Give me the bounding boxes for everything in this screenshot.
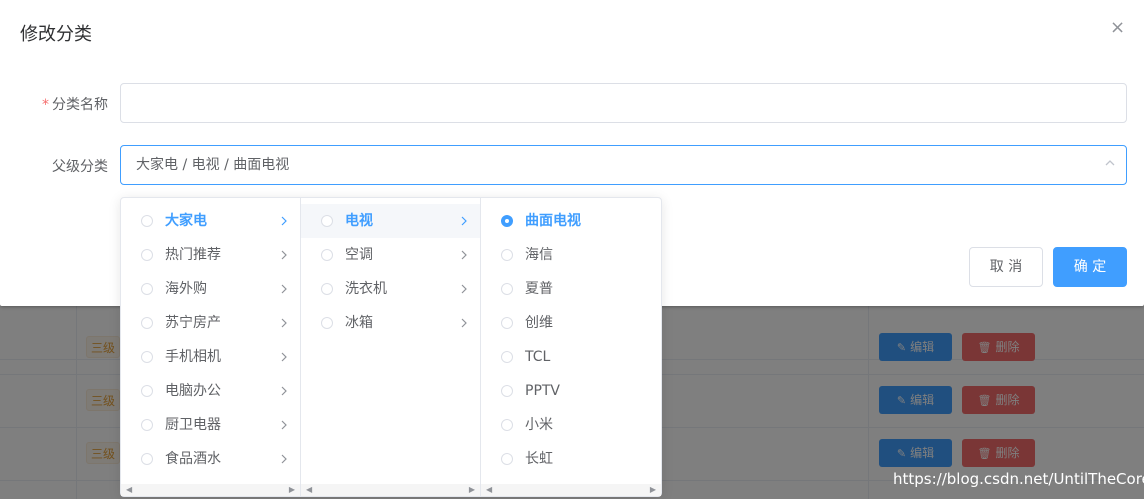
- required-mark: *: [42, 97, 49, 113]
- cascader-node[interactable]: 大家电: [121, 204, 300, 238]
- parent-category-value: 大家电 / 电视 / 曲面电视: [136, 157, 290, 173]
- radio-icon[interactable]: [501, 215, 513, 227]
- cascader-node[interactable]: 苏宁房产: [121, 306, 300, 340]
- category-name-label: * 分类名称: [42, 97, 108, 113]
- cascader-node[interactable]: 厨卫电器: [121, 408, 300, 442]
- cascader-node[interactable]: 冰箱: [301, 306, 480, 340]
- radio-icon[interactable]: [321, 215, 333, 227]
- cascader-node-label: 冰箱: [345, 315, 373, 331]
- cascader-node-label: 海信: [525, 247, 553, 263]
- chevron-right-icon: [281, 250, 287, 260]
- cascader-panel: 大家电 热门推荐 海外购 苏宁房产 手机相机 电脑办公 厨卫电器 食品酒水 ◀ ▶ 电视 空调 洗衣…: [120, 197, 662, 497]
- chevron-right-icon: [461, 216, 467, 226]
- cascader-node-label: 厨卫电器: [165, 417, 221, 433]
- cascader-node-label: 空调: [345, 247, 373, 263]
- cascader-node-label: TCL: [525, 349, 551, 365]
- cascader-node-label: 热门推荐: [165, 247, 221, 263]
- chevron-right-icon: [281, 386, 287, 396]
- cascader-node[interactable]: 曲面电视: [481, 204, 661, 238]
- chevron-right-icon: [461, 250, 467, 260]
- radio-icon[interactable]: [501, 249, 513, 261]
- cascader-menu-level2: 电视 空调 洗衣机 冰箱 ◀ ▶: [301, 198, 481, 496]
- cascader-node[interactable]: 夏普: [481, 272, 661, 306]
- chevron-right-icon: [281, 318, 287, 328]
- cascader-node-label: 海外购: [165, 281, 207, 297]
- radio-icon[interactable]: [141, 453, 153, 465]
- radio-icon[interactable]: [501, 317, 513, 329]
- scroll-left-icon: ◀: [486, 485, 493, 494]
- cascader-node-label: 夏普: [525, 281, 553, 297]
- radio-icon[interactable]: [141, 249, 153, 261]
- chevron-up-icon: [1105, 160, 1115, 166]
- cascader-node[interactable]: 食品酒水: [121, 442, 300, 476]
- scroll-left-icon: ◀: [126, 485, 133, 494]
- radio-icon[interactable]: [321, 249, 333, 261]
- scroll-right-icon: ▶: [468, 485, 475, 494]
- radio-icon[interactable]: [141, 215, 153, 227]
- cascader-node[interactable]: 空调: [301, 238, 480, 272]
- cascader-node-label: 小米: [525, 417, 553, 433]
- scrollbar[interactable]: ◀ ▶: [121, 484, 300, 496]
- cascader-node[interactable]: 手机相机: [121, 340, 300, 374]
- radio-icon[interactable]: [501, 419, 513, 431]
- cascader-menu-level3: 曲面电视 海信 夏普 创维 TCL PPTV 小米 长虹 ◀ ▶: [481, 198, 661, 496]
- radio-icon[interactable]: [501, 453, 513, 465]
- cascader-node[interactable]: 热门推荐: [121, 238, 300, 272]
- chevron-right-icon: [281, 352, 287, 362]
- close-icon[interactable]: ×: [1110, 17, 1125, 38]
- cascader-node[interactable]: 长虹: [481, 442, 661, 476]
- radio-icon[interactable]: [141, 419, 153, 431]
- scroll-right-icon: ▶: [649, 485, 656, 494]
- cascader-node-label: 长虹: [525, 451, 553, 467]
- cascader-node-label: 大家电: [165, 213, 207, 229]
- cascader-node[interactable]: 电脑办公: [121, 374, 300, 408]
- cascader-node-label: 洗衣机: [345, 281, 387, 297]
- watermark: https://blog.csdn.net/UntilTheCore: [893, 470, 1144, 488]
- cascader-node-label: 手机相机: [165, 349, 221, 365]
- cascader-node[interactable]: 电视: [301, 204, 480, 238]
- chevron-right-icon: [461, 318, 467, 328]
- cascader-node-label: 电视: [345, 213, 373, 229]
- radio-icon[interactable]: [321, 283, 333, 295]
- cascader-node-label: 创维: [525, 315, 553, 331]
- chevron-right-icon: [281, 420, 287, 430]
- cascader-node-label: PPTV: [525, 383, 561, 399]
- confirm-button[interactable]: 确 定: [1053, 247, 1127, 287]
- dialog-title: 修改分类: [20, 24, 92, 45]
- scrollbar[interactable]: ◀ ▶: [301, 484, 480, 496]
- scroll-left-icon: ◀: [306, 485, 313, 494]
- radio-icon[interactable]: [141, 283, 153, 295]
- parent-category-cascader[interactable]: 大家电 / 电视 / 曲面电视: [120, 145, 1127, 185]
- cascader-node-label: 食品酒水: [165, 451, 221, 467]
- radio-icon[interactable]: [141, 385, 153, 397]
- radio-icon[interactable]: [141, 351, 153, 363]
- parent-category-label: 父级分类: [52, 159, 108, 175]
- chevron-right-icon: [281, 454, 287, 464]
- cascader-node-label: 电脑办公: [165, 383, 221, 399]
- cascader-node[interactable]: TCL: [481, 340, 661, 374]
- cascader-node[interactable]: 洗衣机: [301, 272, 480, 306]
- chevron-right-icon: [281, 216, 287, 226]
- scroll-right-icon: ▶: [288, 485, 295, 494]
- radio-icon[interactable]: [501, 385, 513, 397]
- chevron-right-icon: [461, 284, 467, 294]
- scrollbar[interactable]: ◀ ▶: [481, 484, 661, 496]
- cascader-node-label: 苏宁房产: [165, 315, 221, 331]
- cascader-node[interactable]: PPTV: [481, 374, 661, 408]
- cascader-node[interactable]: 海外购: [121, 272, 300, 306]
- radio-icon[interactable]: [501, 351, 513, 363]
- cascader-node-label: 曲面电视: [525, 213, 581, 229]
- radio-icon[interactable]: [141, 317, 153, 329]
- cancel-button[interactable]: 取 消: [969, 247, 1043, 287]
- chevron-right-icon: [281, 284, 287, 294]
- cascader-node[interactable]: 海信: [481, 238, 661, 272]
- cascader-node[interactable]: 创维: [481, 306, 661, 340]
- cascader-menu-level1: 大家电 热门推荐 海外购 苏宁房产 手机相机 电脑办公 厨卫电器 食品酒水 ◀ ▶: [121, 198, 301, 496]
- cascader-node[interactable]: 小米: [481, 408, 661, 442]
- category-name-input[interactable]: [120, 83, 1127, 123]
- radio-icon[interactable]: [501, 283, 513, 295]
- radio-icon[interactable]: [321, 317, 333, 329]
